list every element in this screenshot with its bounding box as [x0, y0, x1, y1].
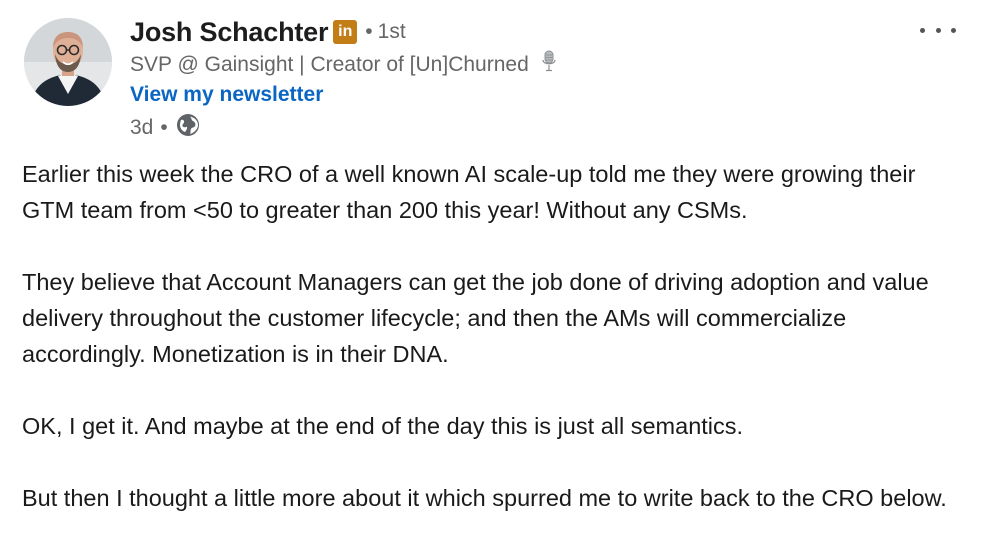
- author-headline: SVP @ Gainsight | Creator of [Un]Churned: [130, 50, 890, 80]
- author-info: Josh Schachter in • 1st SVP @ Gainsight |…: [130, 14, 890, 146]
- meta-separator: •: [160, 116, 168, 139]
- connection-degree: • 1st: [365, 20, 405, 44]
- degree-label: 1st: [377, 20, 406, 43]
- feed-post: Josh Schachter in • 1st SVP @ Gainsight |…: [0, 0, 986, 556]
- post-paragraph: OK, I get it. And maybe at the end of th…: [22, 413, 744, 439]
- linkedin-premium-icon: in: [333, 20, 358, 44]
- view-newsletter-link[interactable]: View my newsletter: [130, 80, 323, 110]
- post-paragraph: Earlier this week the CRO of a well know…: [22, 161, 916, 223]
- author-name-row: Josh Schachter in • 1st: [130, 14, 890, 50]
- headline-text: SVP @ Gainsight | Creator of [Un]Churned: [130, 53, 529, 77]
- author-avatar[interactable]: [24, 18, 112, 106]
- post-paragraph: They believe that Account Managers can g…: [22, 269, 929, 367]
- degree-separator: •: [365, 20, 373, 43]
- more-options-button[interactable]: [920, 20, 956, 40]
- microphone-icon: [541, 50, 557, 81]
- avatar-photo: [24, 18, 112, 106]
- post-meta: 3d •: [130, 110, 890, 146]
- globe-icon: [175, 112, 201, 144]
- author-name[interactable]: Josh Schachter: [130, 17, 328, 48]
- post-body: Earlier this week the CRO of a well know…: [22, 156, 972, 552]
- more-dot-icon: [935, 27, 941, 33]
- post-paragraph: But then I thought a little more about i…: [22, 485, 947, 511]
- more-dot-icon: [951, 27, 956, 33]
- more-dot-icon: [920, 27, 925, 33]
- post-time: 3d: [130, 116, 154, 139]
